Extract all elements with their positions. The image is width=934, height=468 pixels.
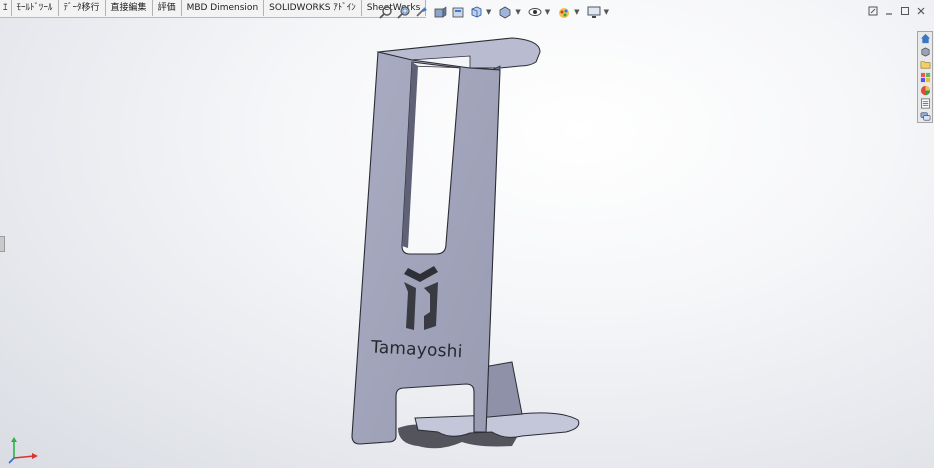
z-axis-icon (8, 457, 15, 464)
graphics-area-model: Tamayoshi (351, 37, 580, 449)
reference-triad (8, 437, 38, 464)
front-face (351, 51, 501, 445)
x-axis-icon (13, 455, 35, 459)
